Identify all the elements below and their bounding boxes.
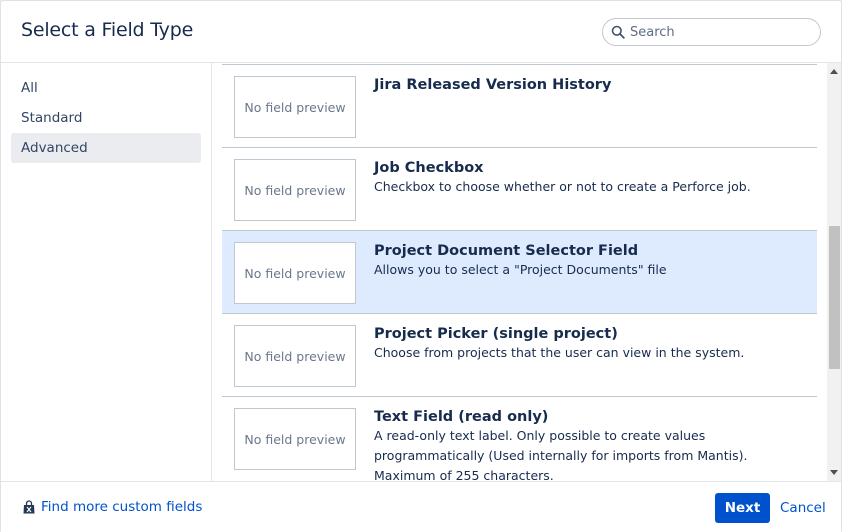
field-preview: No field preview: [234, 76, 356, 138]
field-type-description: A read-only text label. Only possible to…: [374, 428, 748, 481]
field-type-item-selected[interactable]: No field preview Project Document Select…: [222, 230, 817, 313]
scroll-up-arrow-icon[interactable]: [830, 69, 838, 74]
field-type-item[interactable]: No field preview Project Picker (single …: [222, 313, 817, 396]
dialog-title: Select a Field Type: [21, 19, 194, 41]
sidebar-item-standard[interactable]: Standard: [11, 103, 201, 133]
find-more-custom-fields-link[interactable]: Find more custom fields: [23, 499, 202, 515]
field-type-list: No field preview Jira Released Version H…: [222, 64, 817, 481]
field-preview: No field preview: [234, 325, 356, 387]
field-type-title: Project Picker (single project): [374, 326, 618, 342]
cancel-button[interactable]: Cancel: [780, 493, 826, 523]
field-type-title: Job Checkbox: [374, 160, 484, 176]
field-preview: No field preview: [234, 408, 356, 470]
category-sidebar: All Standard Advanced: [1, 63, 212, 481]
sidebar-item-advanced[interactable]: Advanced: [11, 133, 201, 163]
list-scrollbar[interactable]: [827, 63, 841, 481]
search-input[interactable]: [630, 24, 800, 40]
scroll-down-arrow-icon[interactable]: [830, 470, 838, 475]
field-preview: No field preview: [234, 159, 356, 221]
dialog-footer: Find more custom fields Next Cancel: [1, 481, 841, 532]
field-type-title: Jira Released Version History: [374, 77, 612, 93]
field-type-item[interactable]: No field preview Jira Released Version H…: [222, 64, 817, 147]
field-type-item[interactable]: No field preview Text Field (read only) …: [222, 396, 817, 481]
field-type-title: Text Field (read only): [374, 409, 549, 425]
sidebar-item-all[interactable]: All: [11, 73, 201, 103]
field-type-title: Project Document Selector Field: [374, 243, 639, 259]
search-box[interactable]: [602, 18, 821, 46]
marketplace-bag-icon: [23, 500, 35, 514]
select-field-type-dialog: Select a Field Type All Standard Advance…: [0, 0, 842, 532]
field-type-description: Allows you to select a "Project Document…: [374, 262, 667, 277]
search-icon: [611, 25, 625, 39]
field-preview: No field preview: [234, 242, 356, 304]
field-type-description: Checkbox to choose whether or not to cre…: [374, 179, 751, 194]
field-type-list-panel: No field preview Jira Released Version H…: [213, 63, 841, 481]
field-type-item[interactable]: No field preview Job Checkbox Checkbox t…: [222, 147, 817, 230]
find-more-label: Find more custom fields: [41, 499, 203, 515]
scrollbar-thumb[interactable]: [829, 226, 840, 369]
field-type-description: Choose from projects that the user can v…: [374, 345, 745, 360]
dialog-header: Select a Field Type: [1, 1, 841, 63]
next-button[interactable]: Next: [715, 493, 770, 523]
